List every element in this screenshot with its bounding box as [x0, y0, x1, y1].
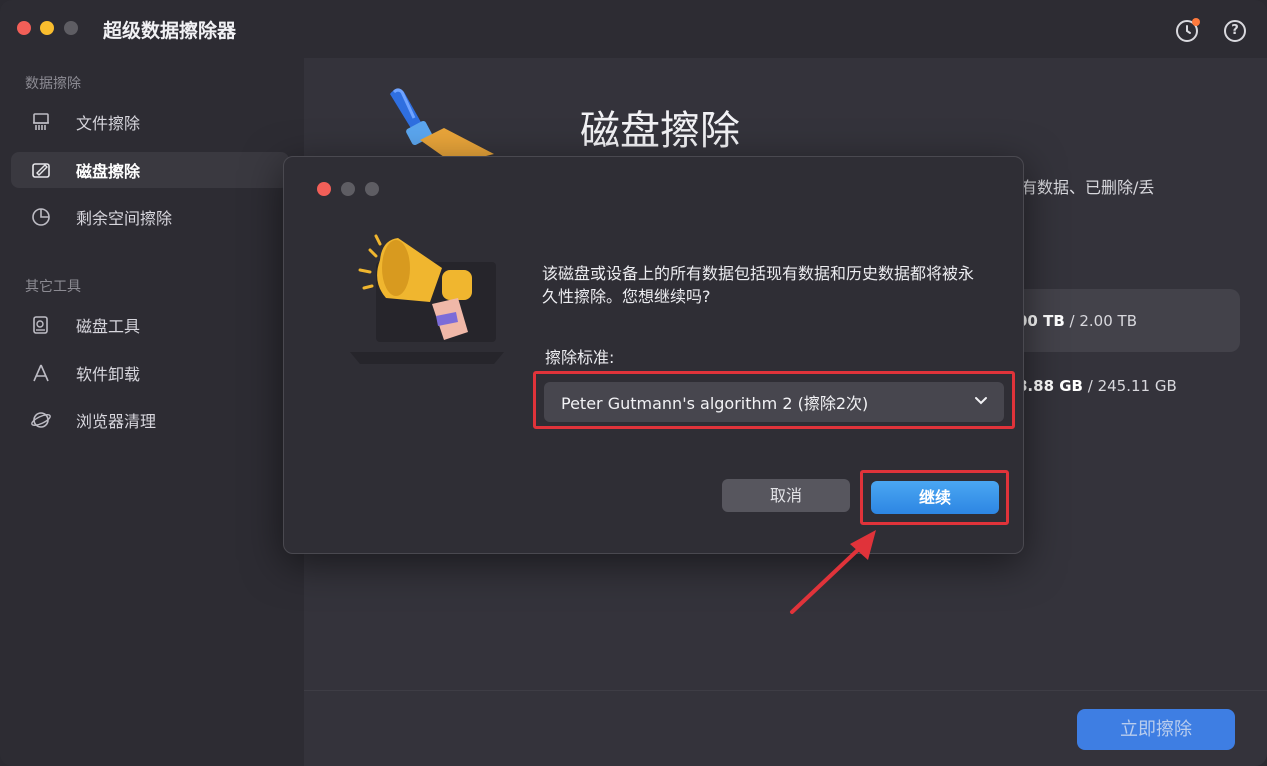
- annotation-arrow-icon: [790, 530, 876, 614]
- divider: [304, 690, 1267, 691]
- disk-capacity-2: 8.88 GB / 245.11 GB: [1017, 377, 1177, 395]
- erase-standard-label: 擦除标准:: [545, 348, 615, 367]
- browser-icon: [30, 409, 52, 431]
- sidebar-item-label: 剩余空间擦除: [76, 209, 173, 228]
- history-icon[interactable]: [1176, 18, 1200, 42]
- sidebar-item-label: 软件卸载: [76, 365, 141, 384]
- disk-total: 245.11 GB: [1097, 377, 1177, 395]
- sidebar-item-label: 文件擦除: [76, 114, 141, 133]
- app-uninstall-icon: [30, 362, 52, 384]
- select-value: Peter Gutmann's algorithm 2 (擦除2次): [561, 394, 869, 413]
- confirm-dialog: 该磁盘或设备上的所有数据包括现有数据和历史数据都将被永久性擦除。您想继续吗? 擦…: [283, 156, 1024, 554]
- section-label-data-erase: 数据擦除: [25, 76, 81, 92]
- sidebar-item-app-uninstall[interactable]: 软件卸载: [11, 355, 289, 391]
- help-icon[interactable]: ?: [1224, 20, 1246, 42]
- sidebar-item-label: 磁盘擦除: [76, 162, 141, 181]
- disk-total: 2.00 TB: [1079, 312, 1137, 330]
- close-window-button[interactable]: [17, 21, 31, 35]
- cancel-button[interactable]: 取消: [722, 479, 850, 512]
- section-label-other-tools: 其它工具: [25, 279, 81, 295]
- sidebar-item-label: 浏览器清理: [76, 412, 157, 431]
- dialog-minimize-button[interactable]: [341, 182, 355, 196]
- disk-used: 00 TB: [1017, 312, 1065, 330]
- shredder-icon: [30, 111, 52, 133]
- sidebar-item-file-erase[interactable]: 文件擦除: [11, 104, 289, 140]
- minimize-window-button[interactable]: [40, 21, 54, 35]
- zoom-window-button[interactable]: [64, 21, 78, 35]
- erase-now-button[interactable]: 立即擦除: [1077, 709, 1235, 750]
- sidebar-item-free-space-erase[interactable]: 剩余空间擦除: [11, 199, 289, 235]
- dialog-zoom-button[interactable]: [365, 182, 379, 196]
- sidebar-item-disk-tools[interactable]: 磁盘工具: [11, 307, 289, 343]
- app-title: 超级数据擦除器: [103, 20, 237, 42]
- sidebar-item-browser-clean[interactable]: 浏览器清理: [11, 402, 289, 438]
- sidebar-item-disk-erase[interactable]: 磁盘擦除: [11, 152, 289, 188]
- chevron-down-icon: [974, 394, 1004, 410]
- sidebar-item-label: 磁盘工具: [76, 317, 141, 336]
- disk-used: 8.88 GB: [1017, 377, 1083, 395]
- app-window: 超级数据擦除器 ? 数据擦除 文件擦除 磁盘擦除 剩余空间擦除 其它工具 磁盘工…: [0, 0, 1267, 766]
- page-title: 磁盘擦除: [580, 108, 740, 154]
- disk-tool-icon: [30, 314, 52, 336]
- notification-dot: [1192, 18, 1200, 26]
- dialog-close-button[interactable]: [317, 182, 331, 196]
- highlight-box-select: Peter Gutmann's algorithm 2 (擦除2次): [533, 371, 1015, 429]
- erase-standard-select[interactable]: Peter Gutmann's algorithm 2 (擦除2次): [544, 382, 1004, 422]
- disk-edit-icon: [30, 159, 52, 181]
- continue-button[interactable]: 继续: [871, 481, 999, 514]
- brush-illustration: [390, 88, 494, 164]
- megaphone-icon: [350, 234, 504, 364]
- disk-capacity-1: 00 TB / 2.00 TB: [1017, 312, 1137, 330]
- dialog-message: 该磁盘或设备上的所有数据包括现有数据和历史数据都将被永久性擦除。您想继续吗?: [542, 264, 975, 306]
- pie-chart-icon: [30, 206, 52, 228]
- sidebar: 数据擦除 文件擦除 磁盘擦除 剩余空间擦除 其它工具 磁盘工具 软件卸载 浏览器…: [0, 58, 304, 766]
- title-bar: 超级数据擦除器 ?: [0, 0, 1267, 58]
- highlight-box-continue: 继续: [860, 470, 1009, 525]
- description-text: 有数据、已删除/丢: [1021, 178, 1155, 197]
